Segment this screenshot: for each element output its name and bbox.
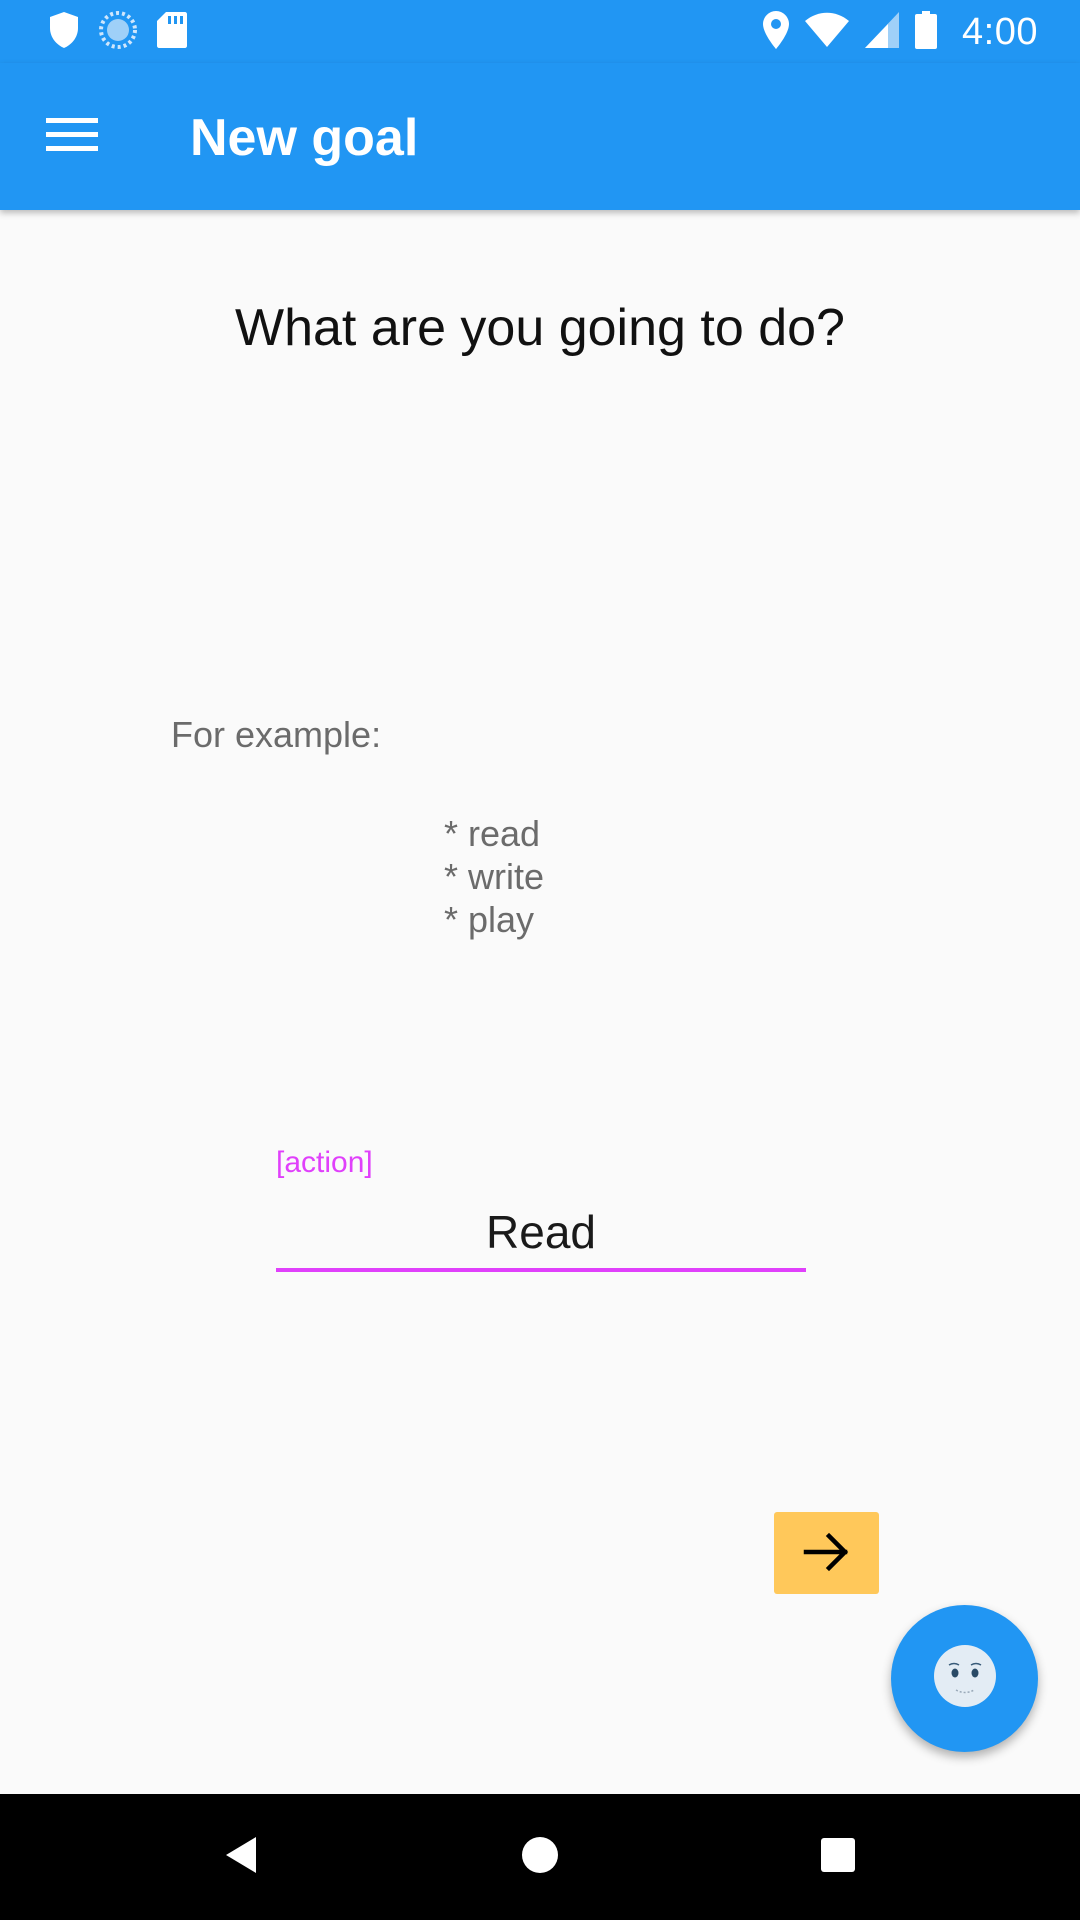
example-item: * read [444, 813, 541, 854]
cell-signal-icon [864, 11, 900, 54]
status-bar: 4:00 [0, 0, 1080, 63]
battery-icon [914, 10, 938, 55]
app-bar: New goal [0, 63, 1080, 210]
wifi-icon [804, 12, 850, 53]
recents-button[interactable] [805, 1824, 871, 1890]
example-list: * read * write * play [444, 812, 544, 941]
next-button[interactable] [774, 1512, 879, 1594]
arrow-right-icon [803, 1532, 851, 1575]
question-heading: What are you going to do? [235, 299, 845, 357]
action-input[interactable] [276, 1196, 806, 1272]
location-icon [762, 10, 790, 55]
back-icon [223, 1835, 259, 1880]
example-item: * write [444, 856, 545, 897]
face-icon [932, 1643, 998, 1714]
example-label: For example: [171, 714, 382, 755]
home-button[interactable] [507, 1824, 573, 1890]
status-left-icons [48, 10, 188, 55]
shield-icon [48, 11, 80, 54]
status-time: 4:00 [962, 10, 1038, 53]
sync-icon [98, 10, 138, 55]
system-nav-bar [0, 1794, 1080, 1920]
recents-icon [820, 1837, 856, 1878]
menu-button[interactable] [32, 103, 112, 171]
action-field-label: [action] [276, 1146, 373, 1179]
hamburger-menu-icon [46, 116, 98, 159]
status-right-icons: 4:00 [762, 10, 1038, 54]
back-button[interactable] [208, 1824, 274, 1890]
sd-card-icon [156, 11, 188, 54]
page-title: New goal [190, 109, 419, 167]
home-icon [521, 1836, 559, 1879]
assistant-fab[interactable] [891, 1605, 1038, 1752]
example-item: * play [444, 899, 535, 940]
